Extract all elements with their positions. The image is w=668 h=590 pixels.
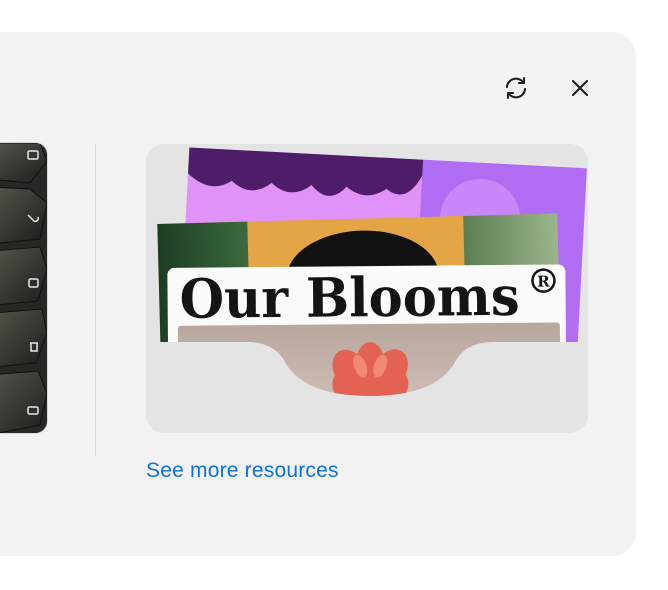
keyboard-keys-image [0,143,47,433]
our-blooms-illustration: Our Blooms R [146,144,588,433]
vertical-divider [95,144,96,456]
previous-resource-card[interactable] [0,143,47,433]
registered-mark: R [537,273,550,291]
see-more-resources-link[interactable]: See more resources [146,459,339,483]
our-blooms-resource-card[interactable]: Our Blooms R [146,144,588,433]
close-button[interactable] [560,68,600,108]
refresh-icon [506,77,526,99]
resource-title: Our Blooms [179,264,520,331]
close-icon [572,80,588,96]
refresh-button[interactable] [496,68,536,108]
